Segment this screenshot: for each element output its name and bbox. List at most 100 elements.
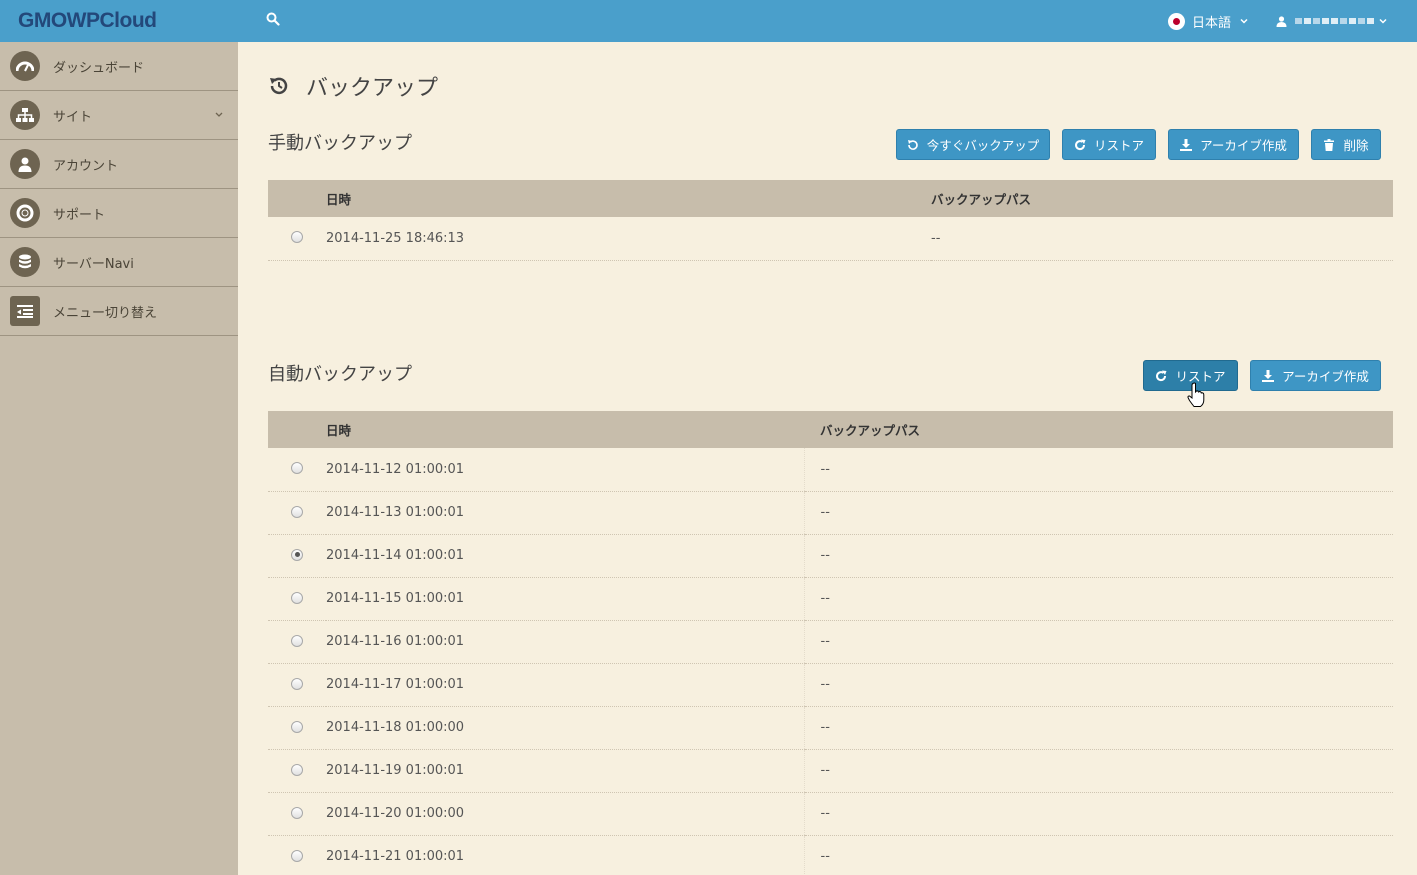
search-icon[interactable] (266, 12, 280, 26)
manual-delete-button[interactable]: 削除 (1311, 129, 1381, 160)
row-path: -- (803, 749, 1393, 793)
sidebar-item-label: メニュー切り替え (53, 305, 158, 321)
table-row[interactable]: 2014-11-14 01:00:01 -- (268, 534, 1393, 578)
main-content: バックアップ 手動バックアップ 今すぐバックアップ リストア アーカイブ作成 削… (238, 42, 1417, 875)
menu-toggle-icon (10, 296, 40, 326)
sidebar-item-label: サイト (53, 109, 93, 125)
row-radio[interactable] (291, 462, 303, 475)
user-menu[interactable] (1276, 11, 1388, 31)
chevron-down-icon (1379, 18, 1387, 24)
row-radio[interactable] (291, 591, 303, 604)
table-row[interactable]: 2014-11-21 01:00:01 -- (268, 835, 1393, 875)
row-path: -- (803, 706, 1393, 750)
row-datetime: 2014-11-18 01:00:00 (326, 706, 804, 750)
table-row[interactable]: 2014-11-17 01:00:01 -- (268, 663, 1393, 707)
download-icon (1262, 369, 1275, 382)
dashboard-icon (10, 51, 40, 81)
sidebar-item-menu-toggle[interactable]: メニュー切り替え (0, 287, 238, 336)
table-header-row: 日時 バックアップパス (268, 180, 1393, 217)
row-datetime: 2014-11-20 01:00:00 (326, 792, 804, 836)
row-datetime: 2014-11-25 18:46:13 (326, 217, 931, 261)
row-radio[interactable] (291, 677, 303, 690)
row-datetime: 2014-11-13 01:00:01 (326, 491, 804, 535)
auto-backup-title: 自動バックアップ (268, 364, 412, 385)
download-icon (1180, 138, 1193, 151)
language-label: 日本語 (1192, 15, 1232, 31)
manual-restore-button[interactable]: リストア (1062, 129, 1156, 160)
row-path: -- (803, 534, 1393, 578)
row-path: -- (803, 792, 1393, 836)
table-row[interactable]: 2014-11-20 01:00:00 -- (268, 792, 1393, 836)
row-path: -- (803, 663, 1393, 707)
row-radio[interactable] (291, 505, 303, 518)
table-row[interactable]: 2014-11-25 18:46:13 -- (268, 217, 1393, 261)
table-row[interactable]: 2014-11-13 01:00:01 -- (268, 491, 1393, 535)
row-radio[interactable] (291, 806, 303, 819)
datetime-column-header: 日時 (326, 411, 804, 448)
sidebar-item-label: アカウント (53, 158, 119, 174)
row-path: -- (803, 491, 1393, 535)
row-path: -- (803, 620, 1393, 664)
chevron-down-icon (215, 112, 223, 117)
refresh-icon (1156, 370, 1167, 381)
table-header-row: 日時 バックアップパス (268, 411, 1393, 448)
row-datetime: 2014-11-17 01:00:01 (326, 663, 804, 707)
auto-restore-button[interactable]: リストア (1143, 360, 1238, 391)
select-column-header (268, 411, 326, 448)
database-icon (10, 247, 40, 277)
user-icon (1276, 15, 1287, 27)
sidebar-item-site[interactable]: サイト (0, 91, 238, 140)
datetime-column-header: 日時 (326, 180, 931, 217)
row-datetime: 2014-11-14 01:00:01 (326, 534, 804, 578)
row-radio[interactable] (291, 634, 303, 647)
path-column-header: バックアップパス (804, 411, 1393, 448)
row-datetime: 2014-11-19 01:00:01 (326, 749, 804, 793)
gmo-wpcloud-logo[interactable]: GMOWPCloud (18, 7, 157, 35)
japan-flag-icon (1168, 12, 1185, 30)
row-path: -- (803, 577, 1393, 621)
select-column-header (268, 180, 326, 217)
sidebar-item-server-navi[interactable]: サーバーNavi (0, 238, 238, 287)
sidebar-item-label: サポート (53, 207, 106, 223)
history-icon (270, 77, 288, 95)
row-radio[interactable] (291, 849, 303, 862)
table-row[interactable]: 2014-11-19 01:00:01 -- (268, 749, 1393, 793)
row-path: -- (803, 835, 1393, 875)
user-name-redacted (1295, 18, 1374, 24)
path-column-header: バックアップパス (931, 180, 1393, 217)
page-title: バックアップ (268, 70, 438, 102)
table-row[interactable]: 2014-11-18 01:00:00 -- (268, 706, 1393, 750)
row-radio[interactable] (291, 720, 303, 733)
history-icon (907, 139, 918, 150)
auto-backup-table: 日時 バックアップパス 2014-11-12 01:00:01 -- 2014-11… (268, 411, 1393, 875)
table-row[interactable]: 2014-11-16 01:00:01 -- (268, 620, 1393, 664)
sidebar-item-label: ダッシュボード (53, 60, 145, 76)
page-title-text: バックアップ (306, 76, 439, 101)
row-path: -- (931, 217, 1393, 261)
sidebar-item-support[interactable]: サポート (0, 189, 238, 238)
table-row[interactable]: 2014-11-15 01:00:01 -- (268, 577, 1393, 621)
sidebar: ダッシュボード サイト アカウント サポート サーバーNavi メニュー切り替え (0, 42, 238, 875)
row-radio[interactable] (291, 231, 303, 244)
top-navbar: GMOWPCloud 日本語 (0, 0, 1417, 42)
row-datetime: 2014-11-15 01:00:01 (326, 577, 804, 621)
row-radio[interactable] (291, 763, 303, 776)
row-datetime: 2014-11-12 01:00:01 (326, 448, 804, 492)
language-selector[interactable]: 日本語 (1168, 11, 1249, 31)
trash-icon (1324, 138, 1335, 151)
manual-archive-button[interactable]: アーカイブ作成 (1168, 129, 1299, 160)
sidebar-item-dashboard[interactable]: ダッシュボード (0, 42, 238, 91)
row-datetime: 2014-11-21 01:00:01 (326, 835, 804, 875)
sitemap-icon (10, 100, 40, 130)
manual-backup-title: 手動バックアップ (268, 133, 412, 154)
row-path: -- (803, 448, 1393, 492)
lifebuoy-icon (10, 198, 40, 228)
refresh-icon (1075, 139, 1086, 150)
chevron-down-icon (1240, 18, 1248, 24)
user-icon (10, 149, 40, 179)
auto-archive-button[interactable]: アーカイブ作成 (1250, 360, 1381, 391)
sidebar-item-account[interactable]: アカウント (0, 140, 238, 189)
row-radio[interactable] (291, 548, 303, 561)
backup-now-button[interactable]: 今すぐバックアップ (896, 129, 1050, 160)
table-row[interactable]: 2014-11-12 01:00:01 -- (268, 448, 1393, 492)
